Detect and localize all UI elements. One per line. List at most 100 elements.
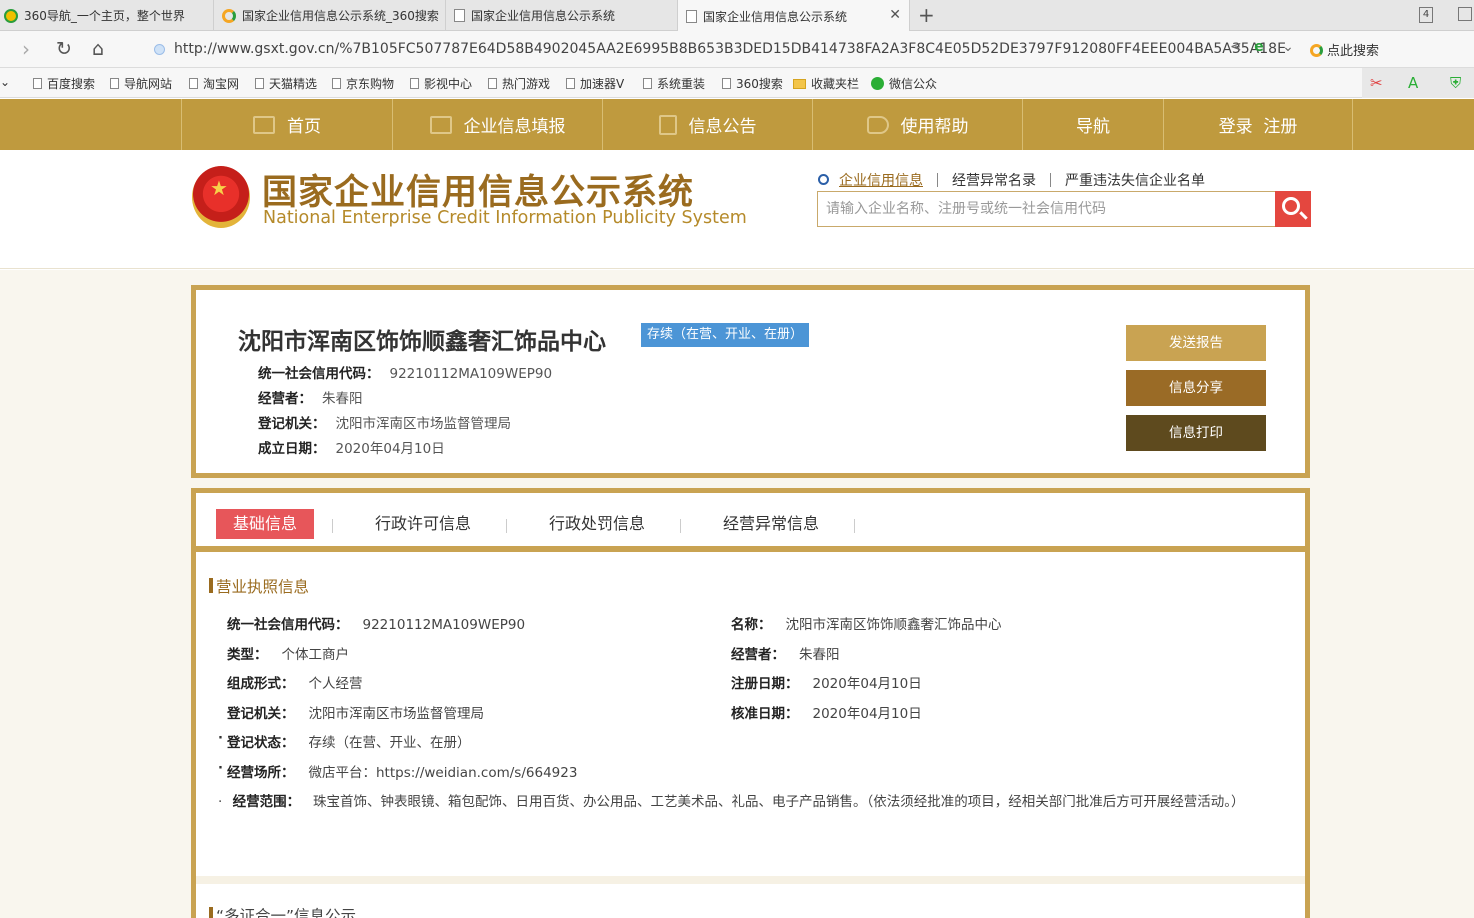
- tab-admin-penalty[interactable]: 行政处罚信息: [542, 509, 652, 539]
- nav-label: 登录 注册: [1218, 117, 1298, 137]
- share-icon[interactable]: ⋖: [1230, 39, 1242, 55]
- tab-admin-license[interactable]: 行政许可信息: [368, 509, 478, 539]
- nav-announcements[interactable]: 信息公告: [602, 99, 812, 150]
- shield-icon[interactable]: ⛨: [1450, 74, 1461, 92]
- browser-tab-2[interactable]: 国家企业信用信息公示系统_360搜索: [214, 0, 446, 31]
- national-emblem-icon: [192, 166, 250, 228]
- address-bar[interactable]: http://www.gsxt.gov.cn/%7B105FC507787E64…: [150, 37, 1285, 62]
- bookmark-item[interactable]: 系统重装: [643, 75, 705, 92]
- tab-basic-info[interactable]: 基础信息: [216, 509, 314, 539]
- site-main-nav: 首页 企业信息填报 信息公告 使用帮助 导航 登录 注册: [0, 99, 1474, 150]
- nav-home[interactable]: 首页: [181, 99, 392, 150]
- window-restore-icon[interactable]: [1458, 7, 1472, 21]
- nav-enterprise-filing[interactable]: 企业信息填报: [392, 99, 602, 150]
- home-icon[interactable]: ⌂: [92, 37, 104, 61]
- bookmark-item[interactable]: 天猫精选: [255, 75, 317, 92]
- field-label: 经营场所：: [227, 765, 295, 781]
- bookmark-item[interactable]: 影视中心: [410, 75, 472, 92]
- print-info-button[interactable]: 信息打印: [1126, 415, 1266, 451]
- divider: [680, 519, 681, 533]
- bookmark-label: 天猫精选: [269, 77, 318, 91]
- bookmark-item[interactable]: 京东购物: [332, 75, 394, 92]
- company-established-date: 成立日期： 2020年04月10日: [258, 437, 445, 457]
- 360-search-icon: [1310, 44, 1323, 57]
- license-field-form: 组成形式： 个人经营: [227, 672, 363, 692]
- browser-tab-4-active[interactable]: 国家企业信用信息公示系统 ✕: [678, 0, 910, 32]
- search-tab-serious-violation[interactable]: 严重违法失信企业名单: [1065, 170, 1205, 190]
- edit-icon: [429, 115, 452, 134]
- next-section-title: “多证合一”信息公示: [208, 904, 356, 918]
- search-icon: [1282, 197, 1300, 215]
- business-license-section: 营业执照信息 统一社会信用代码： 92210112MA109WEP90 类型： 个体…: [191, 552, 1310, 918]
- page-icon: [722, 78, 731, 89]
- license-field-business-scope: · 经营范围： 珠宝首饰、钟表眼镜、箱包配饰、日用百货、办公用品、工艺美术品、礼…: [218, 794, 1245, 810]
- nav-navigation[interactable]: 导航: [1022, 99, 1163, 150]
- reload-icon[interactable]: ↻: [56, 37, 72, 61]
- ie-mode-icon[interactable]: e: [1254, 39, 1264, 55]
- field-value: 珠宝首饰、钟表眼镜、箱包配饰、日用百货、办公用品、工艺美术品、礼品、电子产品销售…: [312, 794, 1245, 810]
- bookmarks-bar: ⌄ 百度搜索 导航网站 淘宝网 天猫精选 京东购物 影视中心 热门游戏 加速器V…: [0, 68, 1474, 98]
- tab-count-badge[interactable]: 4: [1419, 7, 1433, 23]
- nav-label: 首页: [287, 117, 321, 137]
- bookmark-item[interactable]: 淘宝网: [189, 75, 239, 92]
- bookmark-item[interactable]: 加速器V: [566, 75, 624, 92]
- bookmark-item[interactable]: 热门游戏: [488, 75, 550, 92]
- enterprise-search-input[interactable]: 请输入企业名称、注册号或统一社会信用代码: [817, 191, 1276, 227]
- field-value: 92210112MA109WEP90: [362, 617, 526, 633]
- company-credit-code: 统一社会信用代码： 92210112MA109WEP90: [258, 362, 552, 382]
- bookmark-item[interactable]: 百度搜索: [33, 75, 95, 92]
- bookmark-label: 京东购物: [346, 77, 395, 91]
- nav-help[interactable]: 使用帮助: [812, 99, 1022, 150]
- nav-label: 企业信息填报: [463, 117, 566, 137]
- search-icon: [818, 174, 829, 185]
- browser-search-box[interactable]: 点此搜索: [1310, 40, 1379, 59]
- close-tab-icon[interactable]: ✕: [889, 7, 901, 23]
- company-operator: 经营者： 朱春阳: [258, 387, 363, 407]
- company-registration-authority: 登记机关： 沈阳市浑南区市场监督管理局: [258, 412, 511, 432]
- bookmarks-menu-icon[interactable]: ⌄: [0, 75, 10, 89]
- forward-icon[interactable]: ›: [22, 37, 30, 61]
- bookmark-folder[interactable]: 收藏夹栏: [793, 75, 859, 92]
- browser-tab-1[interactable]: 360导航_一个主页，整个世界: [0, 0, 214, 31]
- bookmark-label: 系统重装: [657, 77, 706, 91]
- divider: [937, 173, 938, 187]
- browser-tab-title: 国家企业信用信息公示系统: [703, 9, 848, 24]
- page-icon: [255, 78, 264, 89]
- browser-extensions: ✂ A ⛨: [1362, 68, 1474, 98]
- search-button[interactable]: [1275, 191, 1311, 227]
- field-value: 92210112MA109WEP90: [389, 366, 553, 382]
- translate-icon[interactable]: A: [1408, 74, 1418, 92]
- bookmark-label: 热门游戏: [502, 77, 551, 91]
- share-info-button[interactable]: 信息分享: [1126, 370, 1266, 406]
- 360-search-icon: [222, 8, 236, 23]
- page-icon: [189, 78, 198, 89]
- site-info-icon[interactable]: [154, 44, 165, 55]
- folder-icon: [793, 79, 806, 89]
- field-value: 个体工商户: [281, 647, 350, 663]
- field-label: 成立日期：: [258, 441, 326, 457]
- page-icon: [686, 9, 697, 23]
- nav-login-register[interactable]: 登录 注册: [1163, 99, 1353, 150]
- new-tab-icon[interactable]: +: [918, 3, 935, 27]
- speaker-icon: [866, 115, 889, 134]
- bookmark-item[interactable]: 360搜索: [722, 75, 783, 92]
- search-tab-abnormal-list[interactable]: 经营异常名录: [952, 170, 1036, 190]
- document-icon: [658, 114, 677, 135]
- license-field-type: 类型： 个体工商户: [227, 643, 349, 663]
- bookmark-label: 影视中心: [424, 77, 473, 91]
- divider: [854, 519, 855, 533]
- license-field-name: 名称： 沈阳市浑南区饰饰顺鑫奢汇饰品中心: [731, 613, 1002, 633]
- bookmark-item[interactable]: 导航网站: [110, 75, 172, 92]
- send-report-button[interactable]: 发送报告: [1126, 325, 1266, 361]
- field-value: 沈阳市浑南区市场监督管理局: [335, 416, 512, 432]
- scissors-icon[interactable]: ✂: [1370, 74, 1383, 92]
- search-type-tabs: 企业信用信息 经营异常名录 严重违法失信企业名单: [818, 170, 1205, 190]
- license-field-status: 登记状态： 存续（在营、开业、在册）: [227, 731, 471, 751]
- tab-abnormal-operation[interactable]: 经营异常信息: [716, 509, 826, 539]
- bookmark-label: 淘宝网: [203, 77, 240, 91]
- chevron-down-icon[interactable]: ⌄: [1282, 39, 1294, 55]
- bookmark-item[interactable]: 微信公众: [871, 75, 937, 92]
- search-tab-credit-info[interactable]: 企业信用信息: [839, 170, 923, 190]
- browser-tab-3[interactable]: 国家企业信用信息公示系统: [446, 0, 678, 31]
- bookmark-label: 收藏夹栏: [811, 77, 860, 91]
